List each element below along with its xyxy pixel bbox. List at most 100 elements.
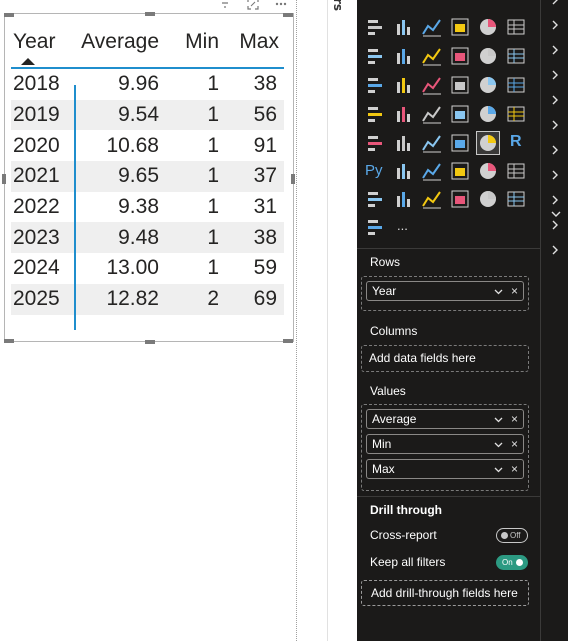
qa-icon[interactable] xyxy=(449,160,471,182)
remove-field-icon[interactable]: × xyxy=(511,460,518,478)
power-automate-icon[interactable] xyxy=(421,188,443,210)
resize-handle-top[interactable] xyxy=(145,12,155,16)
stacked-area-chart-icon[interactable] xyxy=(421,45,443,67)
field-pill-max[interactable]: Max × xyxy=(366,459,524,479)
table-row[interactable]: 2019 9.54 1 56 xyxy=(11,99,284,131)
chevron-right-icon[interactable] xyxy=(551,119,561,133)
field-pill-year[interactable]: Year × xyxy=(366,281,524,301)
table-icon[interactable] xyxy=(449,132,471,154)
report-canvas[interactable]: Year Average Min Max 2018 9.96 1 38 2019 9.54… xyxy=(0,0,327,641)
table-row[interactable]: 2020 10.68 1 91 xyxy=(11,130,284,161)
waterfall-chart-icon[interactable] xyxy=(393,74,415,96)
stacked-column-chart-icon[interactable] xyxy=(393,16,415,38)
chevron-right-icon[interactable] xyxy=(551,69,561,83)
table-row[interactable]: 2021 9.65 1 37 xyxy=(11,161,284,192)
clustered-bar-chart-icon[interactable] xyxy=(421,16,443,38)
chevron-right-icon[interactable] xyxy=(551,194,561,208)
field-pill-min[interactable]: Min × xyxy=(366,434,524,454)
chevron-visual-icon[interactable] xyxy=(505,188,527,210)
rows-well[interactable]: Year × xyxy=(361,276,529,311)
scatter-chart-icon[interactable] xyxy=(449,74,471,96)
chevron-down-icon[interactable] xyxy=(494,284,503,302)
decomposition-tree-icon[interactable] xyxy=(421,160,443,182)
power-apps-icon[interactable] xyxy=(393,188,415,210)
keep-all-filters-toggle[interactable]: On xyxy=(496,555,528,570)
chevron-right-icon[interactable] xyxy=(551,19,561,33)
card-icon[interactable] xyxy=(505,103,527,125)
100-stacked-bar-chart-icon[interactable] xyxy=(477,16,499,38)
100-stacked-column-chart-icon[interactable] xyxy=(505,16,527,38)
filled-map-icon[interactable] xyxy=(421,103,443,125)
gauge-icon[interactable] xyxy=(477,103,499,125)
pie-chart-icon[interactable] xyxy=(477,74,499,96)
chevron-right-icon[interactable] xyxy=(551,169,561,183)
r-visual-icon[interactable]: R xyxy=(505,132,527,154)
table-row[interactable]: 2024 13.00 1 59 xyxy=(11,253,284,284)
table-row[interactable]: 2018 9.96 1 38 xyxy=(11,69,284,100)
resize-handle-bottom-left[interactable] xyxy=(4,339,14,343)
funnel-chart-icon[interactable] xyxy=(421,74,443,96)
chevron-right-icon[interactable] xyxy=(551,44,561,58)
ribbon-chart-icon[interactable] xyxy=(449,45,471,67)
header-year[interactable]: Year xyxy=(11,30,69,54)
azure-map-icon[interactable] xyxy=(449,103,471,125)
custom-visual-diamond-icon[interactable] xyxy=(477,188,499,210)
remove-field-icon[interactable]: × xyxy=(511,282,518,300)
chevron-down-icon[interactable] xyxy=(494,462,503,480)
line-chart-icon[interactable] xyxy=(365,45,387,67)
chevron-right-icon[interactable] xyxy=(551,0,561,8)
resize-handle-right[interactable] xyxy=(291,174,295,184)
resize-handle-left[interactable] xyxy=(2,174,6,184)
drill-through-well[interactable]: Add drill-through fields here xyxy=(361,580,529,606)
resize-handle-top-right[interactable] xyxy=(283,13,293,17)
clustered-column-chart-icon[interactable] xyxy=(449,16,471,38)
collapsed-pane-strip[interactable] xyxy=(327,0,357,641)
python-visual-icon[interactable]: Py xyxy=(365,160,387,182)
header-average[interactable]: Average xyxy=(69,30,163,54)
chevron-down-icon[interactable] xyxy=(494,412,503,430)
kpi-icon[interactable] xyxy=(393,132,415,154)
table-row[interactable]: 2022 9.38 1 31 xyxy=(11,192,284,223)
goals-icon[interactable] xyxy=(505,160,527,182)
field-pill-average[interactable]: Average × xyxy=(366,409,524,429)
key-influencers-icon[interactable] xyxy=(393,160,415,182)
chevron-right-icon[interactable] xyxy=(551,144,561,158)
slicer-icon[interactable] xyxy=(421,132,443,154)
map-icon[interactable] xyxy=(393,103,415,125)
chevron-down-icon[interactable] xyxy=(551,207,561,221)
smart-narrative-icon[interactable] xyxy=(477,160,499,182)
paginated-report-icon[interactable] xyxy=(365,188,387,210)
table-row[interactable]: 2025 12.82 2 69 xyxy=(11,283,284,315)
chevron-right-icon[interactable] xyxy=(551,219,561,233)
arcgis-map-icon[interactable] xyxy=(449,188,471,210)
chevron-down-icon[interactable] xyxy=(494,437,503,455)
donut-chart-icon[interactable] xyxy=(505,74,527,96)
more-visuals-icon[interactable]: ... xyxy=(393,216,415,238)
values-well[interactable]: Average × Min × Max × xyxy=(361,404,529,491)
columns-well[interactable]: Add data fields here xyxy=(361,345,529,372)
resize-handle-bottom-right[interactable] xyxy=(283,339,293,343)
header-max[interactable]: Max xyxy=(223,30,283,54)
line-and-area-chart-icon[interactable] xyxy=(365,74,387,96)
resize-handle-bottom[interactable] xyxy=(145,340,155,344)
treemap-icon[interactable] xyxy=(365,103,387,125)
sort-ascending-icon[interactable] xyxy=(21,58,35,65)
area-chart-icon[interactable] xyxy=(393,45,415,67)
remove-field-icon[interactable]: × xyxy=(511,435,518,453)
focus-mode-icon[interactable] xyxy=(246,0,260,10)
matrix-visual[interactable]: Year Average Min Max 2018 9.96 1 38 2019 9.54… xyxy=(2,12,295,344)
cross-report-toggle[interactable]: Off xyxy=(496,528,528,543)
remove-field-icon[interactable]: × xyxy=(511,410,518,428)
chevron-right-icon[interactable] xyxy=(551,94,561,108)
table-row[interactable]: 2023 9.48 1 38 xyxy=(11,222,284,254)
chevron-right-icon[interactable] xyxy=(551,244,561,258)
multi-row-card-icon[interactable] xyxy=(365,132,387,154)
collapsed-pane-label[interactable]: rs xyxy=(331,0,345,11)
line-clustered-column-chart-icon[interactable] xyxy=(477,45,499,67)
filter-icon[interactable] xyxy=(218,0,232,10)
header-min[interactable]: Min xyxy=(163,30,223,54)
more-options-icon[interactable] xyxy=(274,0,288,10)
line-stacked-column-chart-icon[interactable] xyxy=(505,45,527,67)
resize-handle-top-left[interactable] xyxy=(4,13,14,17)
matrix-icon[interactable] xyxy=(476,131,500,155)
